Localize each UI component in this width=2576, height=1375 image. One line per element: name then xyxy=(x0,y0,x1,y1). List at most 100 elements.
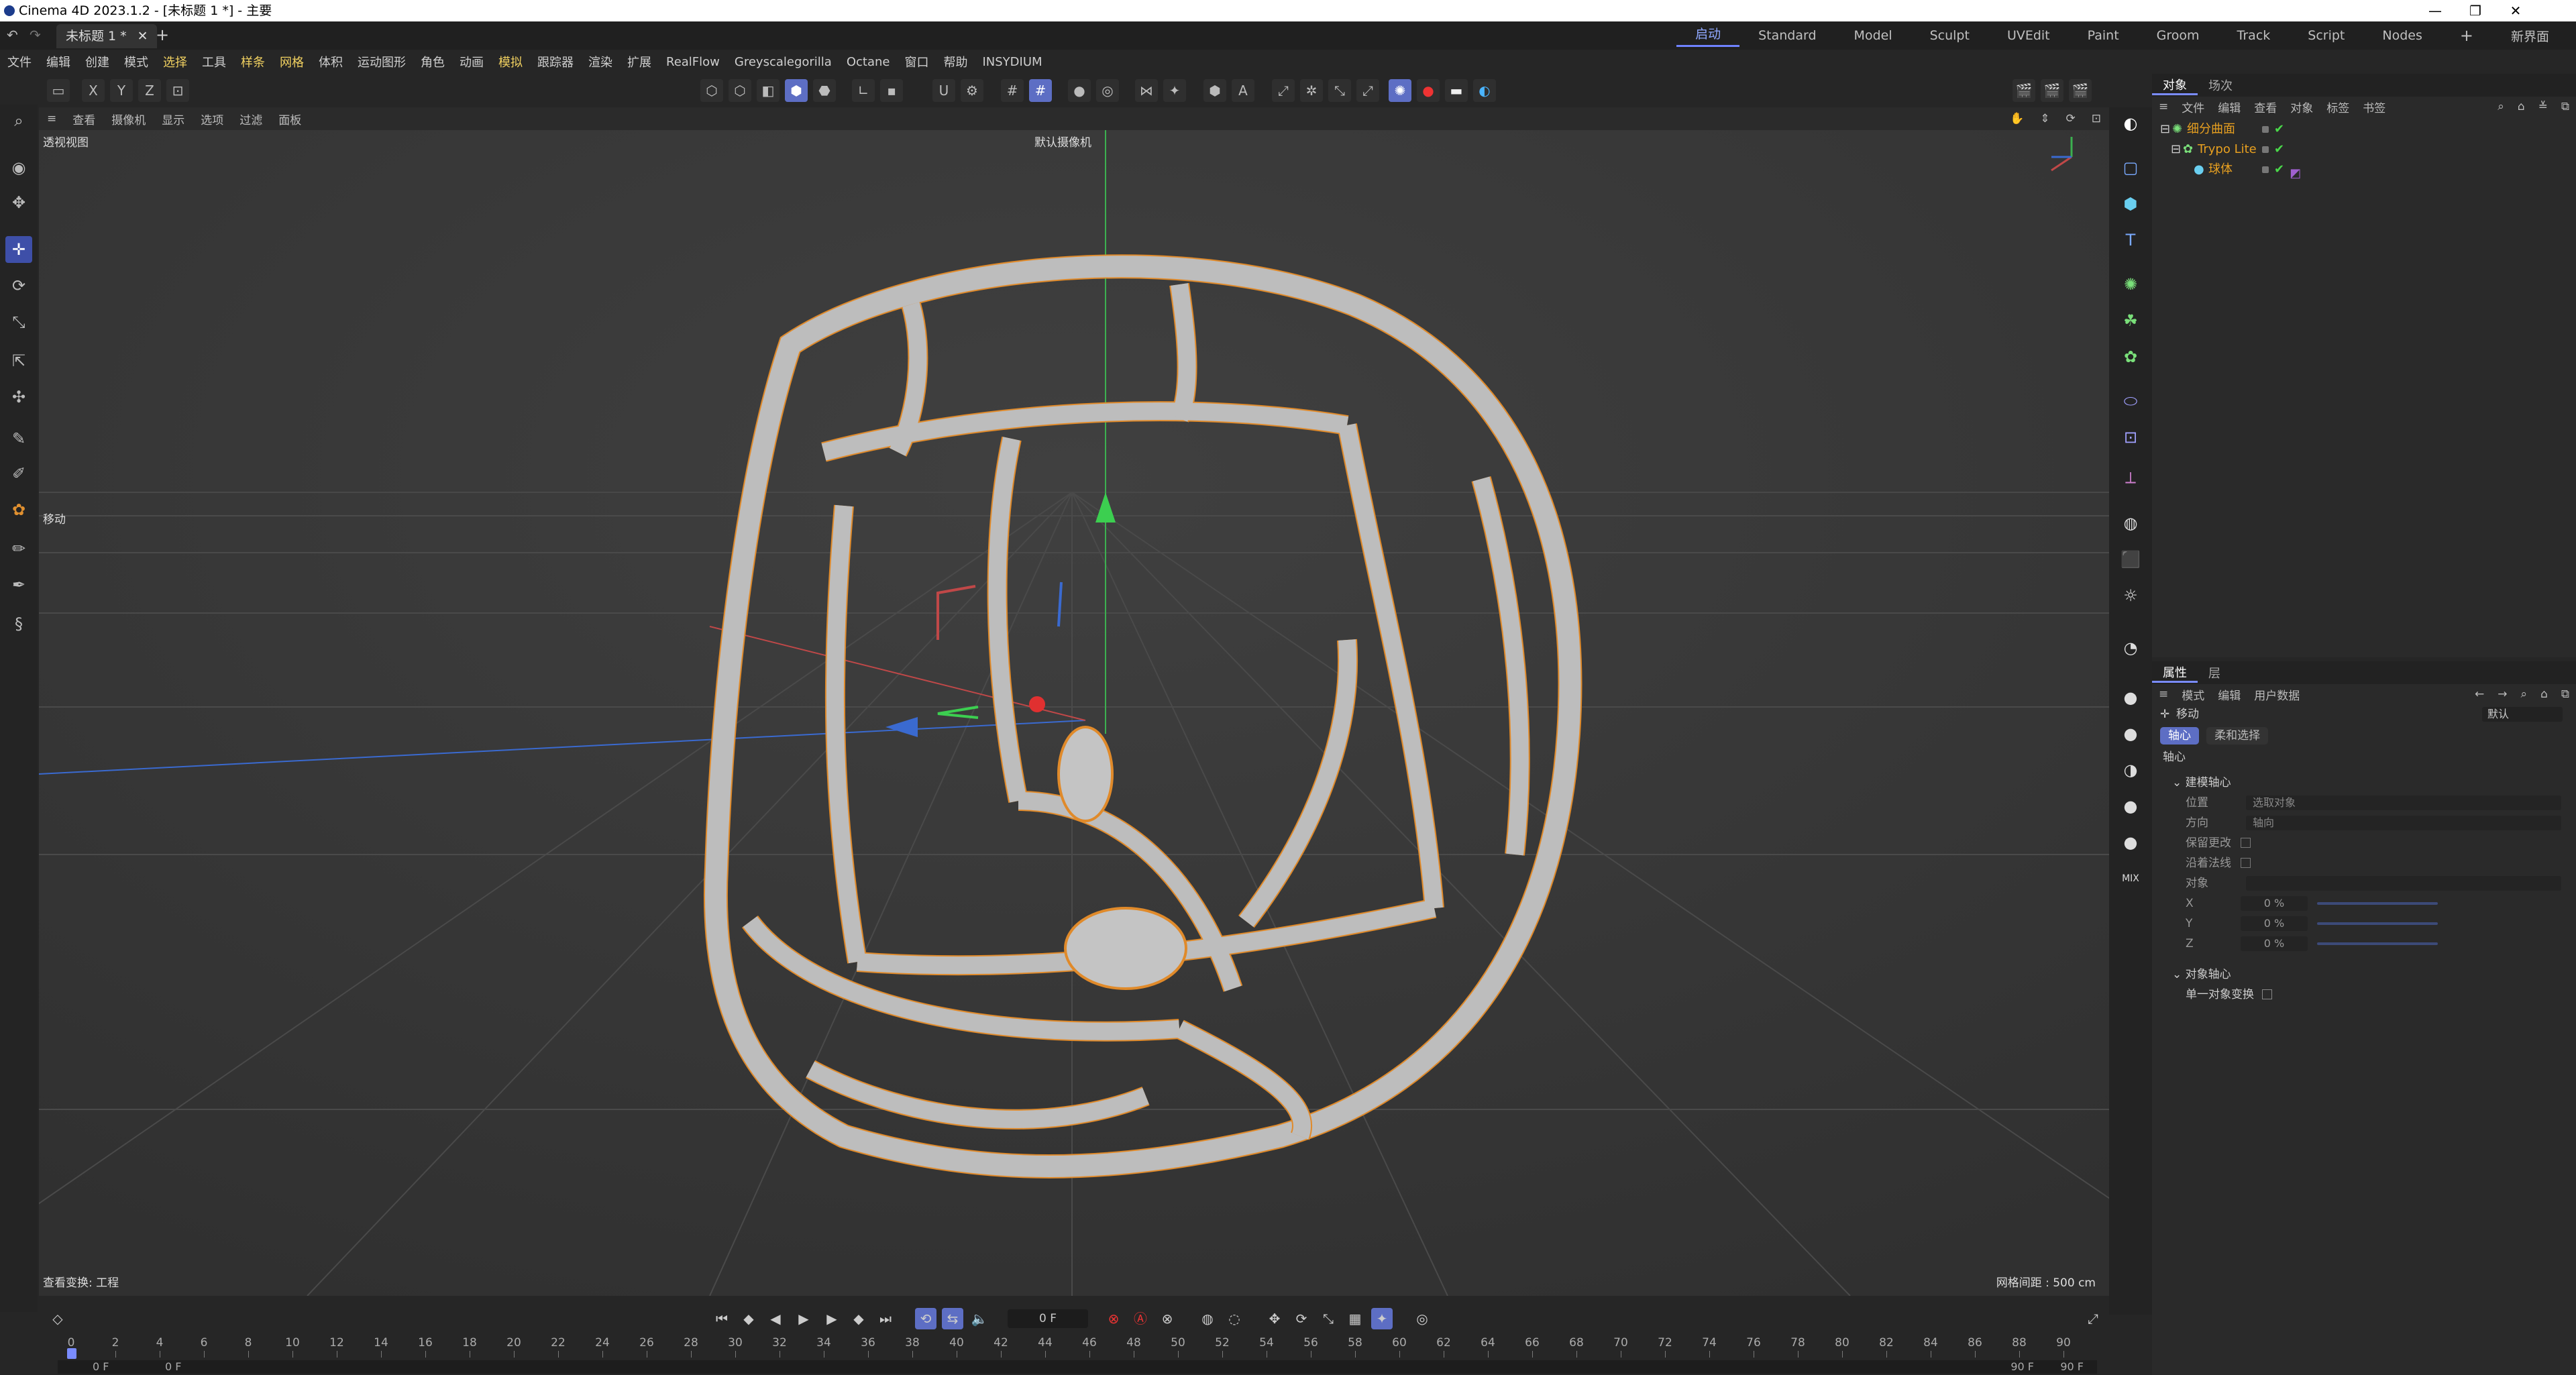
object-link-field[interactable] xyxy=(2246,876,2561,891)
checkbox[interactable] xyxy=(2241,858,2251,868)
key-rotation-icon[interactable]: ◌ xyxy=(1224,1308,1245,1329)
goto-end-icon[interactable]: ⏭ xyxy=(875,1308,896,1329)
render-picture-icon[interactable]: 🎬 xyxy=(2012,79,2035,102)
edges-mode-icon[interactable]: ⬡ xyxy=(729,79,751,102)
menu-item[interactable]: Greyscalegorilla xyxy=(727,55,839,69)
percent-slider[interactable] xyxy=(2317,922,2438,925)
viewport-menu-filter[interactable]: 过滤 xyxy=(231,111,270,127)
key-position-icon[interactable]: ◍ xyxy=(1197,1308,1218,1329)
transform-icon[interactable]: ⤢ xyxy=(1272,79,1295,102)
spline-icon[interactable]: ⟂ xyxy=(2117,464,2144,491)
document-tab[interactable]: 未标题 1 * ✕ xyxy=(56,24,157,48)
key-scale-icon[interactable]: ⤡ xyxy=(1318,1308,1339,1329)
octane-icon[interactable]: ✺ xyxy=(1389,79,1411,102)
object-menu-object[interactable]: 对象 xyxy=(2284,99,2320,115)
twist-icon[interactable]: § xyxy=(5,610,32,637)
back-arrow-icon[interactable]: ← xyxy=(2468,688,2491,701)
placement-tool-icon[interactable]: ✣ xyxy=(5,384,32,410)
checkbox[interactable] xyxy=(2262,989,2272,999)
object-row-sphere[interactable]: ● 球体 ✔ ◩ xyxy=(2152,160,2576,180)
polygons-mode-icon[interactable]: ◧ xyxy=(757,79,780,102)
prev-frame-icon[interactable]: ◀ xyxy=(765,1308,786,1329)
tab-objects[interactable]: 对象 xyxy=(2152,76,2198,95)
deformer-icon[interactable]: ⬭ xyxy=(2117,388,2144,415)
move-tool-icon[interactable]: ✛ xyxy=(5,236,32,263)
brush-icon[interactable]: ✏ xyxy=(5,535,32,562)
environment-icon[interactable]: ◍ xyxy=(2117,510,2144,537)
layout-sculpt[interactable]: Sculpt xyxy=(1911,28,1988,43)
menu-item[interactable]: 帮助 xyxy=(936,53,975,70)
current-frame-field[interactable]: 0 F xyxy=(1008,1309,1088,1328)
enabled-check-icon[interactable]: ✔ xyxy=(2274,144,2284,156)
menu-item[interactable]: 模式 xyxy=(117,53,156,70)
tab-attributes[interactable]: 属性 xyxy=(2152,663,2198,683)
spline-pen-icon[interactable]: ✎ xyxy=(5,425,32,452)
cube-object-icon[interactable]: ▢ xyxy=(2117,154,2144,181)
object-menu-tags[interactable]: 标签 xyxy=(2320,99,2356,115)
camera-icon[interactable]: ◐ xyxy=(2117,110,2144,137)
enabled-check-icon[interactable]: ✔ xyxy=(2274,123,2284,135)
camera-object-icon[interactable]: ⬛ xyxy=(2117,546,2144,573)
uv-mode-icon[interactable]: ⬣ xyxy=(813,79,836,102)
add-layout-icon[interactable]: + xyxy=(2441,26,2492,45)
object-new-window-icon[interactable]: ⧉ xyxy=(2555,100,2576,113)
camera-label[interactable]: 默认摄像机 xyxy=(1034,133,1091,150)
cloner-icon[interactable]: ☘ xyxy=(2117,307,2144,334)
restore-icon[interactable]: ❐ xyxy=(2455,0,2496,21)
key-move-icon[interactable]: ✥ xyxy=(1264,1308,1285,1329)
viewport-rotate-icon[interactable]: ⟳ xyxy=(2058,112,2084,125)
menu-item[interactable]: 渲染 xyxy=(581,53,620,70)
axis-y-lock[interactable]: Y xyxy=(110,79,133,102)
snap-settings-icon[interactable]: ⚙ xyxy=(961,79,983,102)
viewport-menu-panel[interactable]: 面板 xyxy=(270,111,309,127)
subtab-soft-selection[interactable]: 柔和选择 xyxy=(2206,727,2269,745)
menu-item[interactable]: Octane xyxy=(839,55,898,69)
display-mode-icon[interactable]: ◐ xyxy=(1473,79,1496,102)
minimize-icon[interactable]: — xyxy=(2415,0,2455,21)
checkbox[interactable] xyxy=(2241,838,2251,848)
object-filter-icon[interactable]: ≚ xyxy=(2532,100,2555,113)
grid-snap-icon[interactable]: # xyxy=(1001,79,1024,102)
knife-icon[interactable]: ✒ xyxy=(5,571,32,598)
material-ball-icon[interactable]: ◔ xyxy=(2117,635,2144,661)
viewport-canvas[interactable] xyxy=(39,130,2109,1296)
subtab-axis[interactable]: 轴心 xyxy=(2160,727,2199,745)
preview-range-icon[interactable]: ⇆ xyxy=(942,1308,963,1329)
attr-menu-userdata[interactable]: 用户数据 xyxy=(2247,686,2306,703)
axis-x-lock[interactable]: X xyxy=(82,79,105,102)
soft-selection-icon[interactable]: ◎ xyxy=(1096,79,1119,102)
tweak-mode-icon[interactable]: ▪ xyxy=(880,79,903,102)
render-settings-icon[interactable]: 🎬 xyxy=(2069,79,2092,102)
attr-lock-icon[interactable]: ⌂ xyxy=(2534,688,2555,701)
object-menu-edit[interactable]: 编辑 xyxy=(2211,99,2247,115)
menu-item[interactable]: 运动图形 xyxy=(350,53,413,70)
layout-model[interactable]: Model xyxy=(1835,28,1911,43)
percent-input[interactable]: 0 % xyxy=(2241,936,2308,951)
autokey-icon[interactable]: Ⓐ xyxy=(1130,1308,1151,1329)
scatter-icon[interactable]: ✲ xyxy=(1300,79,1323,102)
spline-sketch-icon[interactable]: ✐ xyxy=(5,460,32,487)
viewport-hamburger-icon[interactable]: ≡ xyxy=(39,112,64,125)
object-mode-icon[interactable]: ⬢ xyxy=(785,79,808,102)
playhead[interactable] xyxy=(67,1348,76,1359)
viewport-zoom-icon[interactable]: ⇕ xyxy=(2032,112,2057,125)
model-mode-icon[interactable]: ▭ xyxy=(47,79,70,102)
menu-item[interactable]: 工具 xyxy=(195,53,233,70)
points-mode-icon[interactable]: ⬡ xyxy=(700,79,723,102)
timeline-expand-icon[interactable]: ⤢ xyxy=(2082,1308,2104,1329)
check-retain-changes[interactable]: 保留更改 xyxy=(2152,833,2576,853)
axis-mode-icon[interactable]: ∟ xyxy=(852,79,875,102)
object-menu-view[interactable]: 查看 xyxy=(2247,99,2284,115)
generator-icon[interactable]: ✺ xyxy=(2117,271,2144,298)
object-row-subdivision[interactable]: ⊟ ✺ 细分曲面 ✔ xyxy=(2152,119,2576,140)
key-pla-icon[interactable]: ✦ xyxy=(1371,1308,1393,1329)
checker-material-icon[interactable]: ◑ xyxy=(2117,757,2144,783)
viewport-pan-icon[interactable]: ✋ xyxy=(2002,112,2032,125)
attr-menu-mode[interactable]: 模式 xyxy=(2175,686,2211,703)
object-search-icon[interactable]: ⌕ xyxy=(2491,100,2511,113)
search-icon[interactable]: ⌕ xyxy=(5,107,32,134)
expand-icon[interactable]: ⊟ xyxy=(2171,140,2181,160)
enabled-check-icon[interactable]: ✔ xyxy=(2274,164,2284,184)
tag-icon[interactable]: ◩ xyxy=(2290,164,2301,184)
close-icon[interactable]: ✕ xyxy=(2496,0,2536,21)
